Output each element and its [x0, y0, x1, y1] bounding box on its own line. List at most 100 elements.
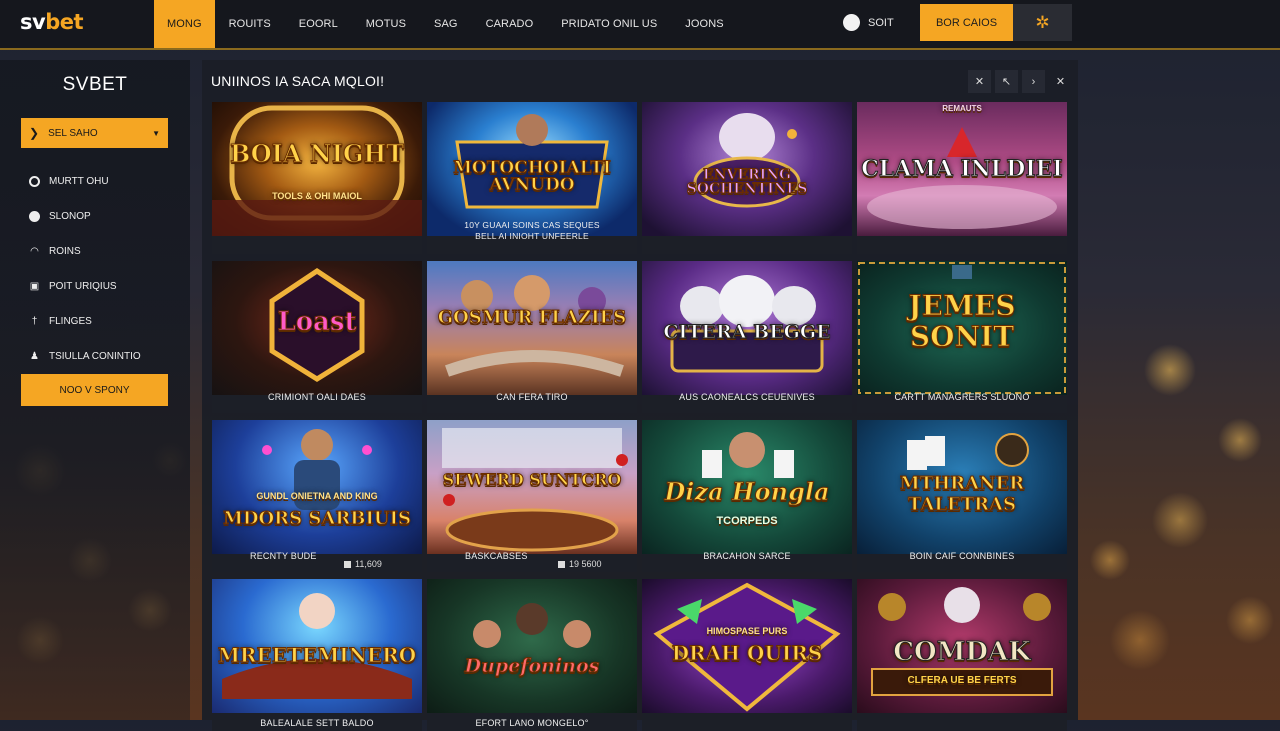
game-tile-motochoialti[interactable]: MOTOCHOIALTI AVNUDO 10Y GUAAI SOINS CAS … — [427, 102, 637, 254]
sidebar-item-label: MURTT OHU — [49, 176, 109, 187]
game-title: MREETEMINERO — [217, 643, 417, 667]
sidebar-item-murtt-ohu[interactable]: MURTT OHU — [28, 164, 141, 199]
game-tile-diza-hongla[interactable]: Diza Hongla TCORPEDS BRACAHON SARCE — [642, 420, 852, 572]
sidebar-title: SVBET — [62, 74, 128, 95]
game-art: JEMES SONIT — [857, 261, 1067, 395]
nav-item-sag[interactable]: SAG — [420, 0, 472, 48]
game-art: BOIA NIGHT TOOLS & OHI MAIOL — [212, 102, 422, 236]
game-art: Loast — [212, 261, 422, 395]
game-caption: AUS CAONEALCS CEUENIVES — [679, 392, 815, 402]
game-title: CITERA BEGGE — [663, 321, 831, 343]
price-value: 11,609 — [355, 559, 382, 569]
header-cta-button[interactable]: BOR CAIOS — [920, 4, 1013, 41]
game-caption: RECNTY BUDE — [250, 551, 317, 561]
dagger-icon: † — [31, 316, 38, 327]
game-title: GOSMUR FLAZIES — [437, 307, 627, 328]
game-price: 19 5600 — [558, 559, 602, 569]
game-tile-boia-night[interactable]: BOIA NIGHT TOOLS & OHI MAIOL — [212, 102, 422, 254]
game-price: 11,609 — [344, 559, 382, 569]
sidebar-item-tsiulla-conintio[interactable]: ♟ TSIULLA CONINTIO — [28, 339, 141, 374]
sort-label: SOIT — [868, 16, 894, 29]
game-title: Loast — [277, 307, 357, 337]
game-tile-loast[interactable]: Loast CRIMIONT OALI DAES — [212, 261, 422, 413]
game-caption: 10Y GUAAI SOINS CAS SEQUES BELL AI INIOH… — [427, 220, 637, 242]
game-subtitle: CLFERA UE BE FERTS — [907, 675, 1017, 686]
top-bar: svbet MONG ROUITS EOORL MOTUS SAG CARADO… — [0, 0, 1280, 50]
favorites-button[interactable]: ✲ — [1013, 4, 1072, 41]
signal-icon: ◠ — [30, 246, 39, 257]
game-tile-citera[interactable]: CITERA BEGGE AUS CAONEALCS CEUENIVES — [642, 261, 852, 413]
game-tile-jemes-sonit[interactable]: JEMES SONIT CARTT MANAGRERS SLUONO — [857, 261, 1067, 413]
game-title: SEWERD SUNTCRO — [442, 470, 622, 489]
nav-item-carado[interactable]: CARADO — [472, 0, 548, 48]
sidebar-item-roins[interactable]: ◠ ROINS — [28, 234, 141, 269]
game-tile-envering[interactable]: ENVERING SOCHENTINES — [642, 102, 852, 254]
game-tile-mthraner[interactable]: MTHRANER TALETRAS BOIN CAIF CONNBINES — [857, 420, 1067, 572]
sidebar-item-flinges[interactable]: † FLINGES — [28, 304, 141, 339]
chevron-right-icon: ❯ — [29, 126, 40, 140]
games-panel: UNIINOS IA SACA MQLOI! ✕ ↖ › ✕ BOIA NIGH… — [202, 60, 1078, 731]
game-tile-dupefoninos[interactable]: Dupefoninos EFORT LANO MONGELO° — [427, 579, 637, 731]
game-art: Diza Hongla TCORPEDS — [642, 420, 852, 554]
game-caption: BASKCABSES — [465, 551, 528, 561]
game-art: MTHRANER TALETRAS — [857, 420, 1067, 554]
sidebar-item-slonop[interactable]: SLONOP — [28, 199, 141, 234]
panel-controls: ✕ ↖ › ✕ — [968, 70, 1072, 93]
sidebar-select[interactable]: ❯ SEL SAHO ▼ — [21, 118, 168, 148]
game-art: SEWERD SUNTCRO — [427, 420, 637, 554]
game-art: GOSMUR FLAZIES — [427, 261, 637, 395]
nav-item-motus[interactable]: MOTUS — [352, 0, 420, 48]
nav-item-rouits[interactable]: ROUITS — [215, 0, 285, 48]
sort-toggle[interactable]: SOIT — [843, 14, 894, 31]
game-subtitle: REMAUTS — [942, 104, 982, 113]
game-tile-clama[interactable]: REMAUTS CLAMA INLDIEI — [857, 102, 1067, 254]
game-title: COMDAK — [893, 637, 1031, 667]
nav-item-mong[interactable]: MONG — [154, 0, 215, 48]
game-title: MDORS SARBIUIS — [222, 508, 412, 529]
game-art: ENVERING SOCHENTINES — [642, 102, 852, 236]
game-art: GUNDL ONIETNA AND KING MDORS SARBIUIS — [212, 420, 422, 554]
game-tile-sewerd[interactable]: SEWERD SUNTCRO BASKCABSES 19 5600 — [427, 420, 637, 572]
game-title: ENVERING SOCHENTINES — [686, 167, 808, 197]
sidebar-select-label: SEL SAHO — [48, 127, 98, 139]
caption-line-1: 10Y GUAAI SOINS CAS SEQUES — [464, 220, 600, 230]
game-title: CLAMA INLDIEI — [861, 156, 1063, 182]
game-art: MOTOCHOIALTI AVNUDO — [427, 102, 637, 236]
game-tile-gosmur[interactable]: GOSMUR FLAZIES CAN FERA TIRO — [427, 261, 637, 413]
game-tile-mdors[interactable]: GUNDL ONIETNA AND KING MDORS SARBIUIS RE… — [212, 420, 422, 572]
game-tile-mreeteminero[interactable]: MREETEMINERO BALEALALE SETT BALDO — [212, 579, 422, 731]
game-subtitle: GUNDL ONIETNA AND KING — [256, 491, 378, 501]
chevron-down-icon: ▼ — [152, 128, 160, 138]
nav-item-pridato[interactable]: PRIDATO ONIL US — [547, 0, 671, 48]
game-art: COMDAK CLFERA UE BE FERTS — [857, 579, 1067, 713]
chat-icon — [28, 175, 41, 188]
sidebar-item-label: TSIULLA CONINTIO — [49, 351, 141, 362]
sidebar-item-poit-uriqius[interactable]: ▣ POIT URIQIUS — [28, 269, 141, 304]
game-caption: BOIN CAIF CONNBINES — [909, 551, 1015, 561]
nav-item-eoorl[interactable]: EOORL — [285, 0, 352, 48]
game-tile-comdak[interactable]: COMDAK CLFERA UE BE FERTS — [857, 579, 1067, 731]
brand-logo[interactable]: svbet — [20, 10, 84, 34]
nav-item-joons[interactable]: JOONS — [671, 0, 737, 48]
panel-title: UNIINOS IA SACA MQLOI! — [211, 73, 385, 89]
frame-art — [212, 105, 422, 236]
sidebar-item-label: POIT URIQIUS — [49, 281, 117, 292]
game-title: JEMES SONIT — [908, 289, 1016, 353]
edit-icon[interactable]: ↖ — [995, 70, 1018, 93]
game-tile-drah-quirs[interactable]: HIMOSPASE PURS DRAH QUIRS — [642, 579, 852, 731]
logo-text-sv: sv — [20, 10, 46, 34]
game-art: REMAUTS CLAMA INLDIEI — [857, 102, 1067, 236]
game-title: MTHRANER TALETRAS — [899, 473, 1025, 516]
game-caption: CAN FERA TIRO — [496, 392, 568, 402]
close-icon[interactable]: ✕ — [968, 70, 991, 93]
dismiss-icon[interactable]: ✕ — [1049, 70, 1072, 93]
game-caption: BRACAHON SARCE — [703, 551, 791, 561]
sidebar-item-label: ROINS — [49, 246, 81, 257]
next-icon[interactable]: › — [1022, 70, 1045, 93]
sidebar-item-label: SLONOP — [49, 211, 91, 222]
game-art: Dupefoninos — [427, 579, 637, 713]
sidebar-cta-button[interactable]: NOO V SPONY — [21, 374, 168, 406]
circle-icon — [28, 210, 41, 223]
caption-line-2: BELL AI INIOHT UNFEERLE — [475, 231, 589, 241]
hero-art — [262, 429, 372, 510]
